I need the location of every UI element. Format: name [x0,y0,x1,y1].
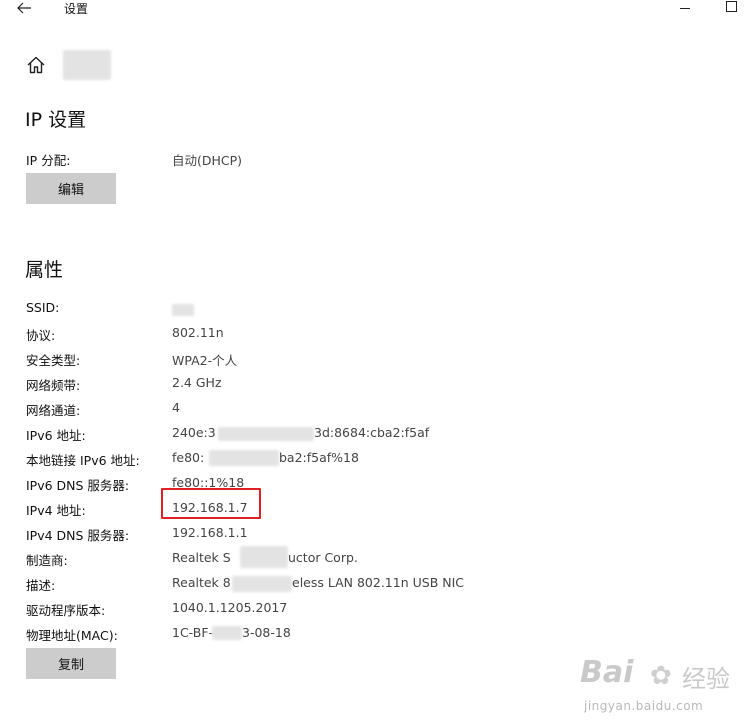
prop-value-manufacturer-start: Realtek S [172,550,231,565]
prop-value-mac-start: 1C-BF- [172,625,214,640]
prop-value-description-end: eless LAN 802.11n USB NIC [292,575,465,590]
prop-label-band: 网络频带: [26,378,81,393]
edit-button[interactable]: 编辑 [26,173,116,204]
prop-label-ipv6-dns: IPv6 DNS 服务器: [26,478,130,493]
prop-value-ipv4-dns: 192.168.1.1 [172,525,248,540]
prop-value-link-local-end: ba2:f5af%18 [279,450,359,465]
prop-label-ipv4: IPv4 地址: [26,503,86,518]
prop-value-link-local-start: fe80: [172,450,205,465]
arrow-left-icon[interactable] [12,0,36,18]
watermark-product: 经验 [682,665,730,693]
description-redacted [232,576,292,592]
prop-label-ipv6: IPv6 地址: [26,428,86,443]
copy-button[interactable]: 复制 [26,648,116,679]
prop-value-channel: 4 [172,400,180,415]
ssid-redacted [172,304,194,316]
paw-icon: ✿ [650,661,672,691]
prop-value-band: 2.4 GHz [172,375,222,390]
prop-value-security: WPA2-个人 [172,353,238,368]
window-title: 设置 [64,2,89,16]
prop-value-manufacturer-end: uctor Corp. [288,550,358,565]
prop-value-ipv6-start: 240e:3 [172,425,216,440]
baidu-watermark: Bai ✿ 经验 jingyan.baidu.com [580,655,740,721]
prop-label-description: 描述: [26,578,56,593]
prop-label-mac: 物理地址(MAC): [26,628,118,643]
prop-label-ssid: SSID: [26,300,60,315]
ipv6-redacted [218,427,314,441]
manufacturer-redacted [240,546,288,568]
ipv4-highlight-box [161,488,261,519]
maximize-icon[interactable] [726,1,737,12]
prop-label-channel: 网络通道: [26,403,81,418]
network-name-redacted [63,50,111,80]
link-local-redacted [209,450,279,466]
prop-label-security: 安全类型: [26,353,81,368]
watermark-url: jingyan.baidu.com [584,699,704,713]
prop-value-driver-version: 1040.1.1205.2017 [172,600,288,615]
mac-redacted [212,626,242,640]
prop-value-ipv6-end: 3d:8684:cba2:f5af [314,425,430,440]
properties-heading: 属性 [25,259,64,281]
prop-label-protocol: 协议: [26,328,56,343]
home-icon[interactable] [25,54,47,76]
watermark-brand: Bai [580,655,634,690]
prop-label-link-local-ipv6: 本地链接 IPv6 地址: [26,453,140,468]
prop-value-mac-end: 3-08-18 [242,625,291,640]
ip-assignment-value: 自动(DHCP) [172,153,243,168]
ip-assignment-label: IP 分配: [26,153,71,168]
prop-label-ipv4-dns: IPv4 DNS 服务器: [26,528,130,543]
prop-value-protocol: 802.11n [172,325,224,340]
prop-label-driver-version: 驱动程序版本: [26,603,106,618]
prop-label-manufacturer: 制造商: [26,553,68,568]
title-bar: 设置 [0,0,756,22]
minimize-icon[interactable] [680,8,690,9]
ip-settings-heading: IP 设置 [25,109,87,131]
prop-value-description-start: Realtek 8 [172,575,231,590]
